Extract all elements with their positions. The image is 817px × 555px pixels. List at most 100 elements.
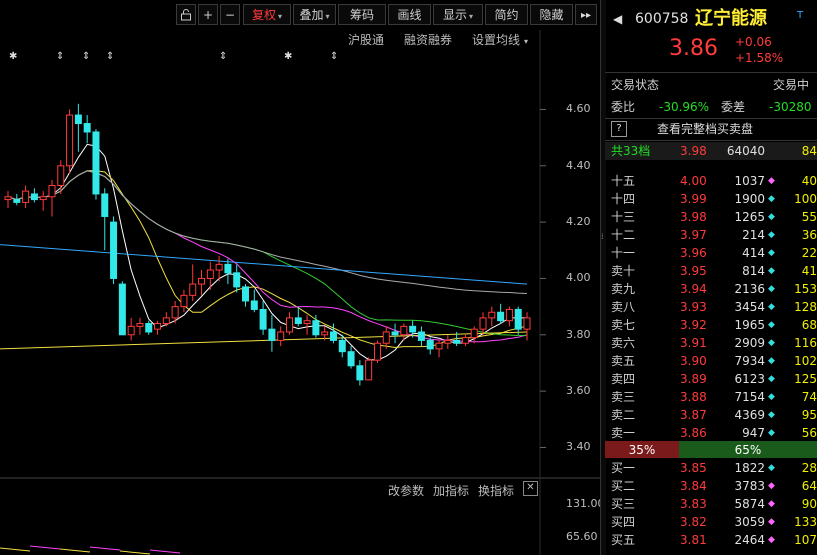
order-dot-icon: ◆ xyxy=(768,338,775,348)
candle-body xyxy=(356,365,364,381)
asks-level-label: 卖九 xyxy=(611,282,636,296)
candle-body xyxy=(39,196,47,201)
asks-row[interactable]: 卖三 3.88 7154 ◆ 74 xyxy=(605,388,817,406)
full-book-link[interactable]: 查看完整档买卖盘 xyxy=(657,120,753,138)
bids-row[interactable]: 买五 3.81 2464 ◆ 107 xyxy=(605,531,817,549)
weibi-label: 委比 xyxy=(611,100,636,114)
asks-row[interactable]: 卖五 3.90 7934 ◆ 102 xyxy=(605,352,817,370)
close-icon[interactable]: ✕ xyxy=(523,481,538,496)
order-dot-icon: ◆ xyxy=(768,356,775,366)
bids-row[interactable]: 买三 3.83 5874 ◆ 90 xyxy=(605,495,817,513)
bids-volume: 1822 xyxy=(734,461,765,475)
order-dot-icon: ◆ xyxy=(768,230,775,240)
asks-row[interactable]: 十三 3.98 1265 ◆ 55 xyxy=(605,208,817,226)
prev-stock-icon[interactable]: ◀ xyxy=(613,8,622,30)
vol-tick-label: 65.60 xyxy=(566,530,598,543)
candle-body xyxy=(233,272,241,288)
asks-level-label: 卖五 xyxy=(611,354,636,368)
order-dot-icon: ◆ xyxy=(768,302,775,312)
candle-body xyxy=(365,359,373,381)
bids-price: 3.82 xyxy=(680,515,707,529)
asks-count: 95 xyxy=(801,408,817,422)
asks-level-label: 卖一 xyxy=(611,426,636,440)
bids-level-label: 买三 xyxy=(611,497,636,511)
asks-level-label: 卖十 xyxy=(611,264,636,278)
asks-row[interactable]: 十二 3.97 214 ◆ 36 xyxy=(605,226,817,244)
bids-level-label: 买二 xyxy=(611,479,636,493)
candle-body xyxy=(488,311,496,319)
asks-row[interactable]: 卖六 3.91 2909 ◆ 116 xyxy=(605,334,817,352)
asks-count: 125 xyxy=(794,372,817,386)
status-value: 交易中 xyxy=(773,78,810,92)
asks-row[interactable]: 十四 3.99 1900 ◆ 100 xyxy=(605,190,817,208)
candle-body xyxy=(215,263,223,271)
candle-body xyxy=(136,323,144,327)
asks-row[interactable]: 卖四 3.89 6123 ◆ 125 xyxy=(605,370,817,388)
price-tick-label: 3.60 xyxy=(566,384,591,398)
price-tick-label: 4.40 xyxy=(566,158,591,172)
bids-level-label: 买五 xyxy=(611,533,636,547)
asks-volume: 7154 xyxy=(734,390,765,404)
ma10-line xyxy=(7,170,528,349)
asks-row[interactable]: 卖九 3.94 2136 ◆ 153 xyxy=(605,280,817,298)
candle-body xyxy=(312,320,320,336)
bids-row[interactable]: 买四 3.82 3059 ◆ 133 xyxy=(605,513,817,531)
candle-body xyxy=(127,325,135,336)
asks-volume: 214 xyxy=(742,228,765,242)
status-label: 交易状态 xyxy=(611,78,660,92)
candle-body xyxy=(22,190,30,203)
asks-price: 3.94 xyxy=(680,282,707,296)
asks-volume: 6123 xyxy=(734,372,765,386)
volume-bars xyxy=(0,545,181,555)
asks-count: 128 xyxy=(794,300,817,314)
candle-body xyxy=(373,342,381,361)
candlestick-chart[interactable] xyxy=(0,0,605,555)
asks-row[interactable]: 十一 3.96 414 ◆ 22 xyxy=(605,244,817,262)
asks-row[interactable]: 卖十 3.95 814 ◆ 41 xyxy=(605,262,817,280)
huanzhibiao-link[interactable]: 换指标 xyxy=(478,482,514,499)
candle-body xyxy=(391,331,399,336)
buy-sell-ratio: 35% 65% xyxy=(605,441,817,458)
candle-body xyxy=(162,317,170,325)
stock-name: 辽宁能源 xyxy=(695,8,767,29)
bids-row[interactable]: 买二 3.84 3783 ◆ 64 xyxy=(605,477,817,495)
bids-count: 90 xyxy=(801,497,817,511)
asks-price: 3.95 xyxy=(680,264,707,278)
bids-row[interactable]: 买一 3.85 1822 ◆ 28 xyxy=(605,459,817,477)
jiazhibiao-link[interactable]: 加指标 xyxy=(433,482,469,499)
candle-body xyxy=(206,269,214,279)
asks-price: 3.90 xyxy=(680,354,707,368)
candle-body xyxy=(110,221,118,279)
asks-volume: 1037 xyxy=(734,174,765,188)
bids-price: 3.81 xyxy=(680,533,707,547)
asks-row[interactable]: 卖一 3.86 947 ◆ 56 xyxy=(605,424,817,442)
asks-row[interactable]: 卖八 3.93 3454 ◆ 128 xyxy=(605,298,817,316)
volume-ma-segment xyxy=(89,546,121,551)
candle-body xyxy=(224,263,232,274)
order-dot-icon: ◆ xyxy=(768,463,775,473)
candle-body xyxy=(118,283,126,336)
ma120-line xyxy=(0,244,528,285)
asks-level-label: 十一 xyxy=(611,246,636,260)
price-tick-label: 3.80 xyxy=(566,327,591,341)
asks-volume: 3454 xyxy=(734,300,765,314)
gaican-link[interactable]: 改参数 xyxy=(388,482,424,499)
stock-code: 600758 xyxy=(635,11,689,27)
asks-count: 41 xyxy=(801,264,817,278)
candle-body xyxy=(13,199,21,203)
weicha-label: 委差 xyxy=(721,100,746,114)
asks-price: 4.00 xyxy=(680,174,707,188)
asks-row[interactable]: 卖二 3.87 4369 ◆ 95 xyxy=(605,406,817,424)
candle-body xyxy=(514,308,522,330)
price-tick-label: 3.40 xyxy=(566,440,591,454)
levels-count: 84 xyxy=(801,144,817,158)
candle-body xyxy=(180,294,188,308)
candle-body xyxy=(48,184,56,198)
asks-level-label: 卖七 xyxy=(611,318,636,332)
bids-price: 3.84 xyxy=(680,479,707,493)
help-icon[interactable]: ? xyxy=(611,121,627,137)
asks-row[interactable]: 十五 4.00 1037 ◆ 40 xyxy=(605,172,817,190)
candle-body xyxy=(285,317,293,333)
levels-label: 共33档 xyxy=(611,144,651,158)
asks-row[interactable]: 卖七 3.92 1965 ◆ 68 xyxy=(605,316,817,334)
